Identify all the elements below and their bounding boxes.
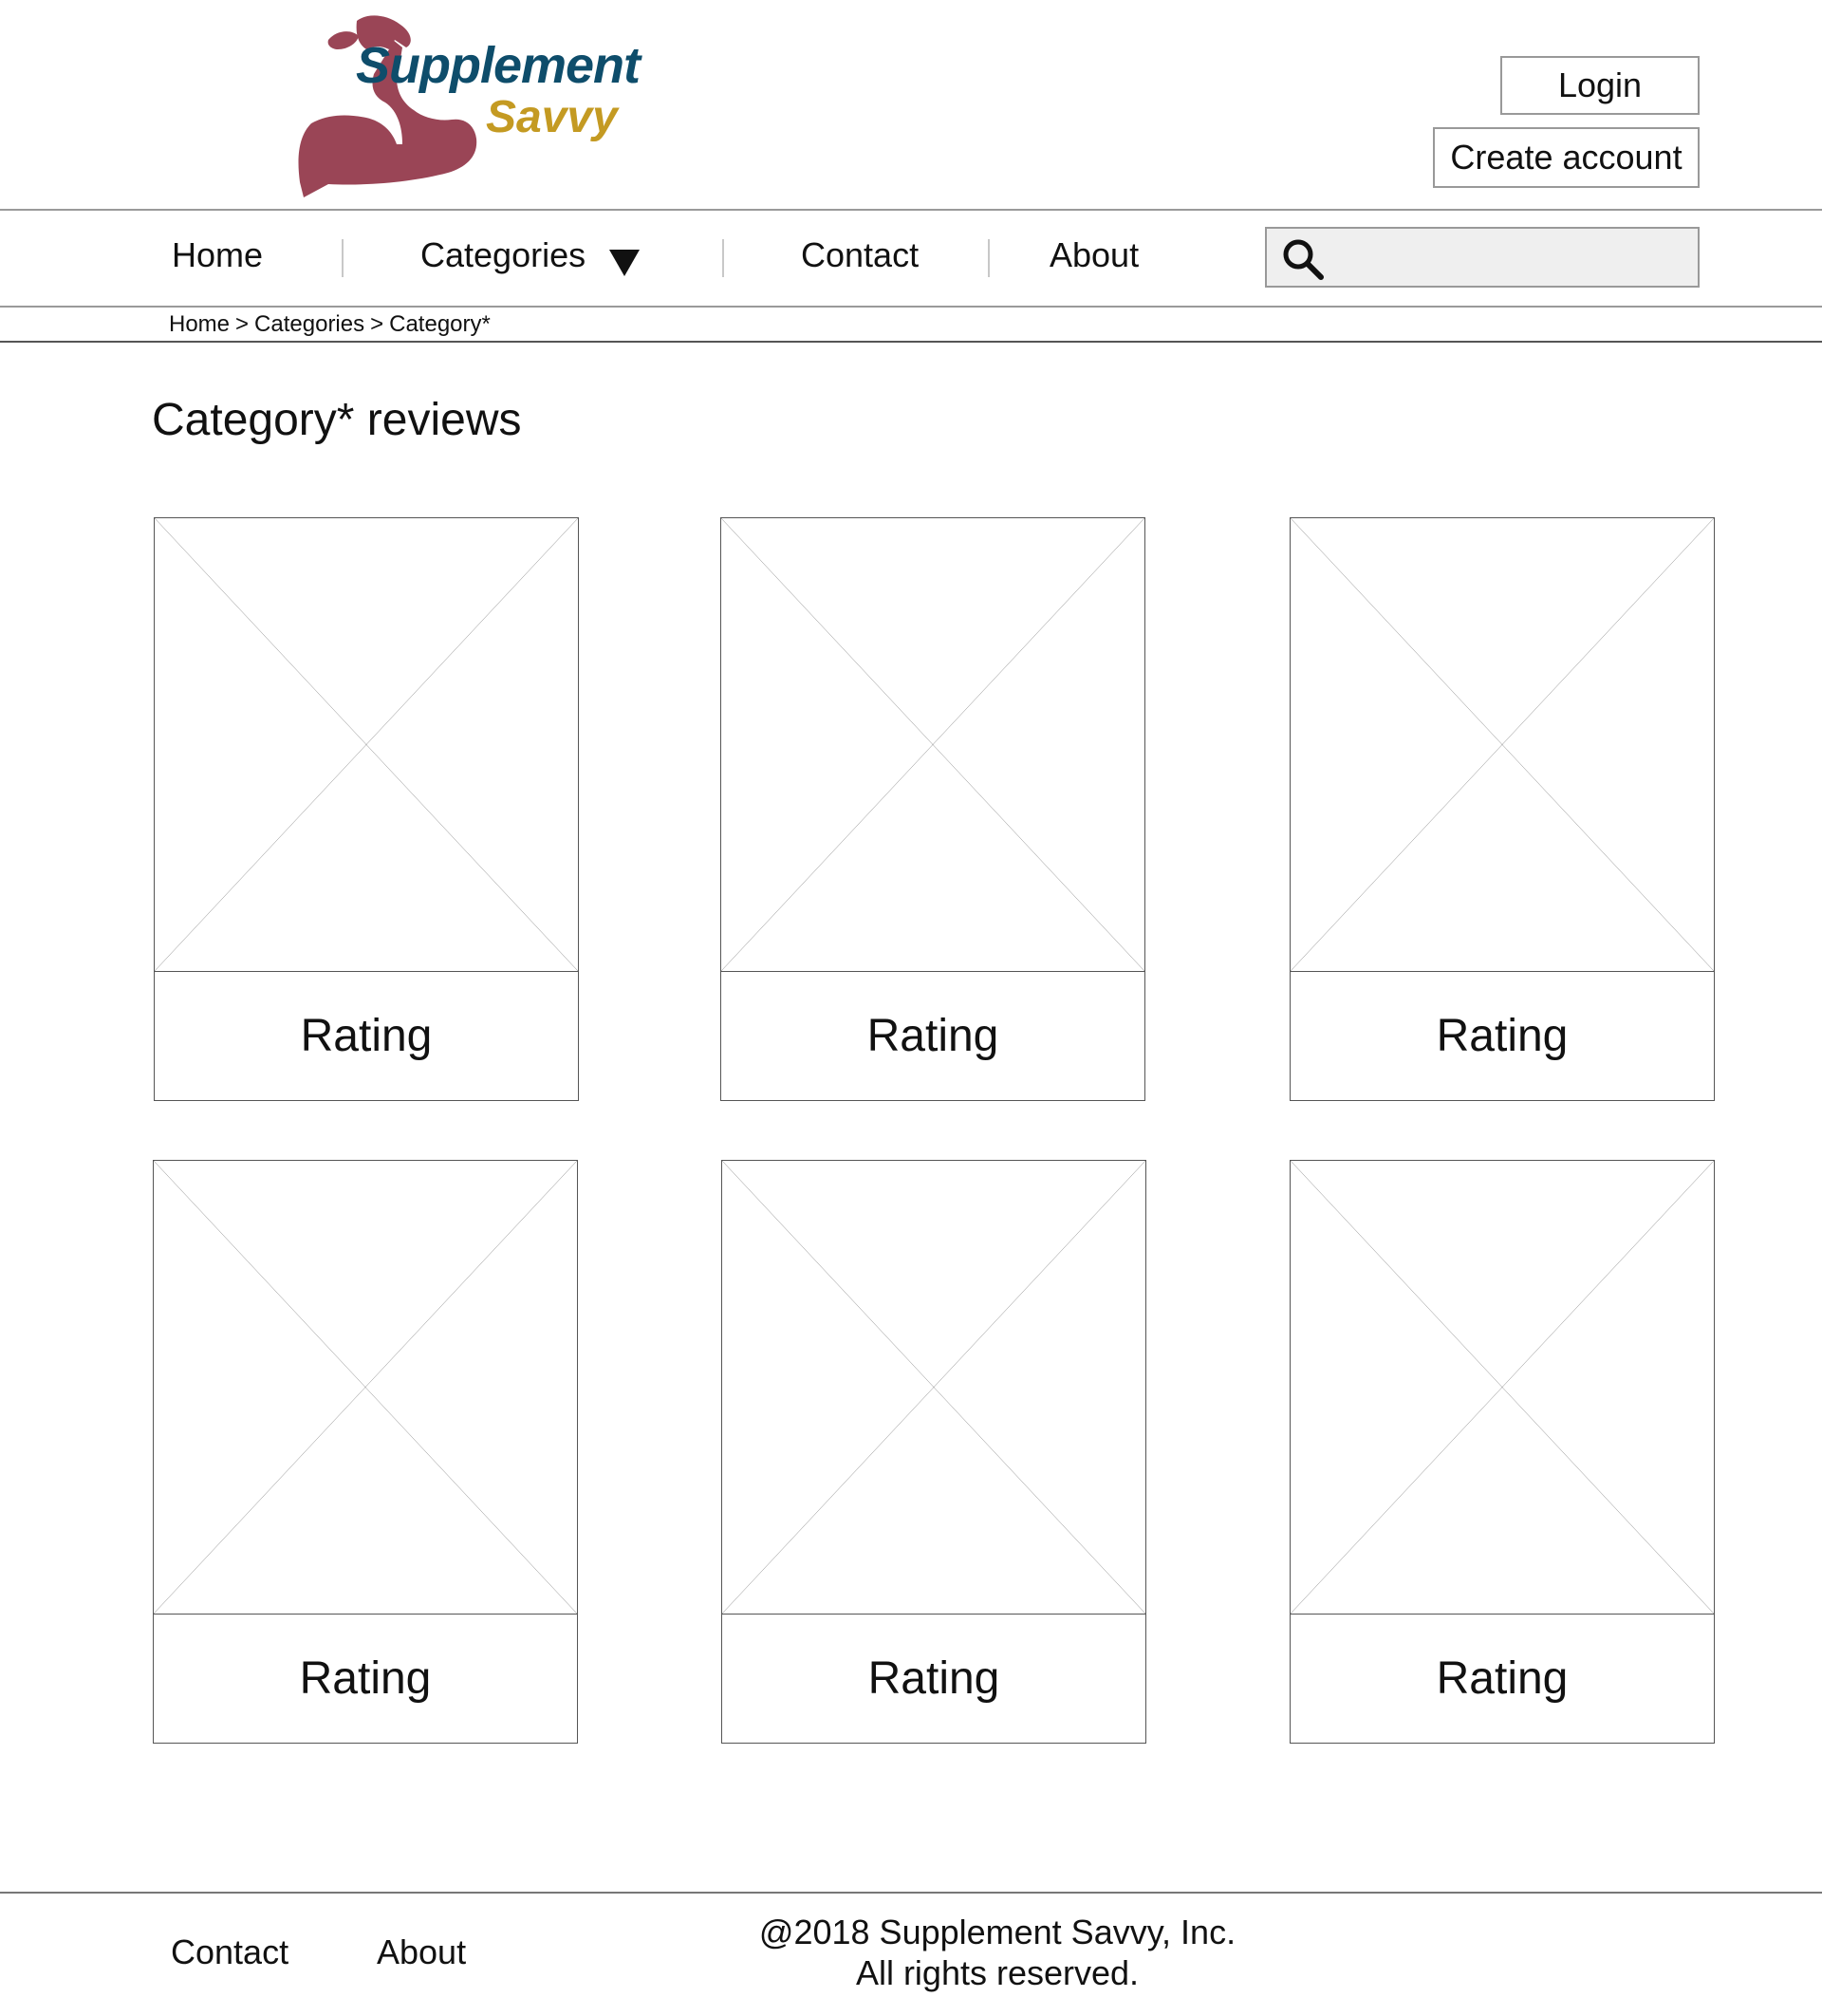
footer-contact-link[interactable]: Contact <box>171 1932 288 1972</box>
search-icon[interactable] <box>1281 237 1325 281</box>
card-rating: Rating <box>1436 1652 1569 1704</box>
nav-categories[interactable]: Categories <box>420 235 586 275</box>
nav-about[interactable]: About <box>1050 235 1139 275</box>
review-card[interactable]: Rating <box>720 517 1145 1101</box>
footer-about-link[interactable]: About <box>377 1932 466 1972</box>
search-input[interactable] <box>1329 232 1693 285</box>
image-placeholder-icon <box>155 518 578 972</box>
nav-contact[interactable]: Contact <box>801 235 919 275</box>
review-card[interactable]: Rating <box>1290 517 1715 1101</box>
nav-home[interactable]: Home <box>172 235 263 275</box>
chevron-down-icon[interactable] <box>609 250 640 276</box>
breadcrumb-item-category: Category* <box>389 311 491 337</box>
login-button[interactable]: Login <box>1500 56 1700 115</box>
page-title: Category* reviews <box>152 395 522 445</box>
card-rating: Rating <box>299 1652 432 1704</box>
review-card[interactable]: Rating <box>153 1160 578 1744</box>
image-placeholder-icon <box>154 1161 577 1615</box>
nav-separator <box>988 239 990 277</box>
image-placeholder-icon <box>722 1161 1145 1615</box>
image-placeholder-icon <box>721 518 1144 972</box>
brand-name-primary: Supplement <box>356 37 641 94</box>
nav-separator <box>342 239 344 277</box>
nav-separator <box>722 239 724 277</box>
brand-name-secondary: Savvy <box>486 92 618 142</box>
breadcrumb-item-categories[interactable]: Categories <box>254 311 364 338</box>
card-rating: Rating <box>867 1652 1000 1704</box>
image-placeholder-icon <box>1291 518 1714 972</box>
copyright-line-2: All rights reserved. <box>855 1953 1140 1992</box>
card-rating: Rating <box>866 1010 999 1061</box>
review-card[interactable]: Rating <box>1290 1160 1715 1744</box>
breadcrumb-separator: > <box>235 311 250 337</box>
nav-bottom-divider <box>0 306 1822 308</box>
breadcrumb-separator: > <box>370 311 384 337</box>
copyright-line-1: @2018 Supplement Savvy, Inc. <box>758 1913 1236 1951</box>
create-account-button[interactable]: Create account <box>1433 127 1700 188</box>
card-rating: Rating <box>1436 1010 1569 1061</box>
card-rating: Rating <box>300 1010 433 1061</box>
review-card[interactable]: Rating <box>721 1160 1146 1744</box>
footer-divider <box>0 1892 1822 1894</box>
breadcrumb-divider <box>0 341 1822 343</box>
breadcrumb-item-home[interactable]: Home <box>169 311 230 338</box>
review-card[interactable]: Rating <box>154 517 579 1101</box>
breadcrumb: Home > Categories > Category* <box>169 311 491 338</box>
image-placeholder-icon <box>1291 1161 1714 1615</box>
nav-top-divider <box>0 209 1822 211</box>
